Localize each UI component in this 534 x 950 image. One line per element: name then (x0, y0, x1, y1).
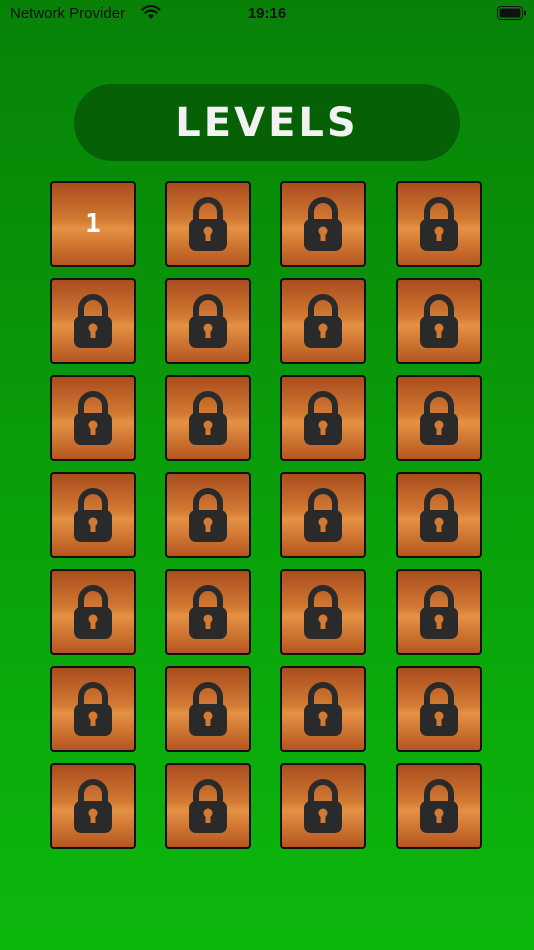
lock-icon (420, 197, 458, 251)
level-tile-locked[interactable] (165, 181, 251, 267)
lock-icon (304, 585, 342, 639)
level-tile-locked[interactable] (280, 278, 366, 364)
lock-icon (304, 391, 342, 445)
lock-icon (189, 197, 227, 251)
level-tile-locked[interactable] (50, 666, 136, 752)
lock-icon (189, 391, 227, 445)
lock-icon (304, 682, 342, 736)
lock-icon (420, 779, 458, 833)
lock-icon (420, 682, 458, 736)
status-bar: Network Provider 19:16 (0, 0, 534, 28)
lock-icon (189, 585, 227, 639)
lock-icon (189, 294, 227, 348)
lock-icon (74, 294, 112, 348)
level-tile-locked[interactable] (165, 278, 251, 364)
lock-icon (304, 197, 342, 251)
level-tile-locked[interactable] (50, 278, 136, 364)
lock-icon (189, 488, 227, 542)
level-tile-locked[interactable] (280, 181, 366, 267)
lock-icon (74, 391, 112, 445)
level-tile-locked[interactable] (165, 763, 251, 849)
level-grid-scroll-area[interactable]: 1 (0, 181, 534, 850)
clock: 19:16 (247, 5, 287, 22)
lock-icon (74, 682, 112, 736)
battery-icon (497, 6, 526, 20)
level-tile-locked[interactable] (280, 472, 366, 558)
level-tile-locked[interactable] (396, 375, 482, 461)
lock-icon (420, 488, 458, 542)
level-tile-locked[interactable] (280, 666, 366, 752)
lock-icon (304, 779, 342, 833)
lock-icon (420, 391, 458, 445)
lock-icon (189, 682, 227, 736)
level-tile-locked[interactable] (396, 278, 482, 364)
level-tile-locked[interactable] (280, 763, 366, 849)
levels-title-banner: LEVELS (74, 84, 460, 161)
level-tile-locked[interactable] (165, 375, 251, 461)
lock-icon (304, 294, 342, 348)
level-tile-locked[interactable] (280, 569, 366, 655)
level-tile[interactable]: 1 (50, 181, 136, 267)
lock-icon (189, 779, 227, 833)
level-tile-locked[interactable] (50, 472, 136, 558)
lock-icon (74, 488, 112, 542)
level-number: 1 (85, 209, 101, 239)
level-tile-locked[interactable] (165, 472, 251, 558)
level-tile-locked[interactable] (396, 181, 482, 267)
level-tile-locked[interactable] (396, 472, 482, 558)
level-tile-locked[interactable] (50, 763, 136, 849)
page-title: LEVELS (175, 99, 359, 146)
level-tile-locked[interactable] (280, 375, 366, 461)
level-tile-locked[interactable] (50, 375, 136, 461)
level-tile-locked[interactable] (396, 763, 482, 849)
lock-icon (74, 585, 112, 639)
level-tile-locked[interactable] (165, 666, 251, 752)
level-tile-locked[interactable] (396, 569, 482, 655)
lock-icon (420, 585, 458, 639)
lock-icon (74, 779, 112, 833)
level-tile-locked[interactable] (50, 569, 136, 655)
level-tile-locked[interactable] (165, 569, 251, 655)
lock-icon (420, 294, 458, 348)
lock-icon (304, 488, 342, 542)
level-tile-locked[interactable] (396, 666, 482, 752)
